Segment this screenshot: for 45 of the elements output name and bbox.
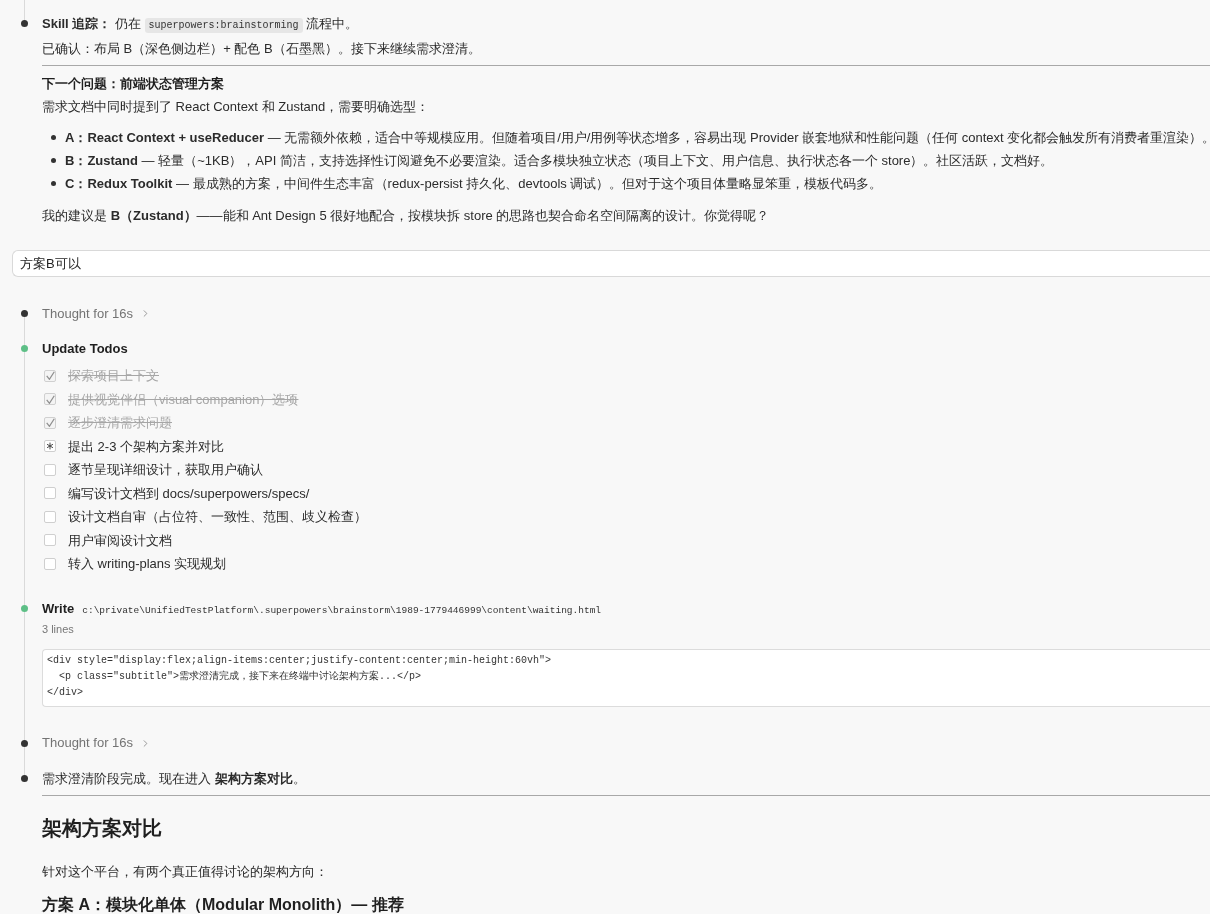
check-icon bbox=[45, 394, 55, 404]
check-icon bbox=[45, 371, 55, 381]
tool-title: Write bbox=[42, 599, 75, 618]
todo-checkbox[interactable] bbox=[44, 510, 56, 523]
code-line: <p class="subtitle">需求澄清完成，接下来在终端中讨论架构方案...</p> bbox=[58, 669, 423, 684]
code-line: <div style="display:flex;align-items:center;justify-content:center;min-height:60vh"> bbox=[47, 653, 553, 668]
check-icon bbox=[45, 418, 55, 428]
todo-text: 编写设计文档到 docs/superpowers/specs/ bbox=[68, 484, 310, 503]
todo-text: 提供视觉伴侣（visual companion）选项 bbox=[68, 390, 299, 409]
code-line: </div> bbox=[47, 685, 84, 700]
todo-text: 用户审阅设计文档 bbox=[68, 531, 172, 550]
bullet-icon bbox=[51, 135, 56, 140]
todo-checkbox[interactable] bbox=[44, 369, 56, 382]
todo-text: 探索项目上下文 bbox=[68, 367, 159, 385]
todo-text: 提出 2-3 个架构方案并对比 bbox=[68, 437, 224, 456]
todo-text: 转入 writing-plans 实现规划 bbox=[68, 555, 227, 573]
todo-checkbox[interactable] bbox=[44, 463, 56, 476]
list-item: C：Redux Toolkit — 最成熟的方案，中间件生态丰富（redux-persist 持久化、devtools 调试）。但对于这个项目体量略显笨重，模板代码多。 bbox=[65, 175, 883, 193]
message-text: 我的建议是 B（Zustand）——能和 Ant Design 5 很好地配合，按模块拆 store 的思路也契合命名空间隔离的设计。你觉得呢？ bbox=[42, 207, 771, 225]
todo-checkbox[interactable] bbox=[44, 557, 56, 570]
user-message: 方案B可以 bbox=[12, 250, 1210, 277]
subsection-heading: 方案 A：模块化单体（Modular Monolith）— 推荐 bbox=[42, 894, 405, 914]
message-text: 针对这个平台，有两个真正值得讨论的架构方向： bbox=[42, 862, 329, 881]
message-text: 已确认：布局 B（深色侧边栏）+ 配色 B（石墨黑）。接下来继续需求澄清。 bbox=[42, 40, 482, 58]
todo-checkbox[interactable] bbox=[44, 393, 56, 406]
list-item: B：Zustand — 轻量（~1KB），API 简洁，支持选择性订阅避免不必要渲染。适合多模块独立状态（项目上下文、用户信息、执行状态各一个 store）。社区活跃，文档好。 bbox=[65, 152, 1054, 170]
tool-title: Update Todos bbox=[42, 340, 129, 358]
todo-checkbox[interactable] bbox=[44, 534, 56, 547]
todo-text: 设计文档自审（占位符、一致性、范围、歧义检查） bbox=[68, 508, 367, 526]
bullet-icon bbox=[51, 158, 56, 163]
todo-text: 逐步澄清需求问题 bbox=[68, 414, 172, 432]
heading-text: 下一个问题：前端状态管理方案 bbox=[42, 75, 225, 93]
message-text: 需求澄清阶段完成。现在进入 架构方案对比。 bbox=[42, 769, 307, 788]
bullet-icon bbox=[51, 181, 56, 186]
message-text: Skill 追踪： 仍在 superpowers:brainstorming 流程中。 bbox=[42, 15, 360, 35]
list-item: A：React Context + useReducer — 无需额外依赖，适合中等规模应用。但随着项目/用户/用例等状态增多，容易出现 Provider 嵌套地狱和性能问题（任何 context 变化都会触发所有消费者重渲染）。 bbox=[65, 129, 1210, 147]
todo-checkbox[interactable] bbox=[44, 416, 56, 429]
thought-toggle[interactable]: Thought for 16s bbox=[42, 731, 152, 755]
line-count: 3 lines bbox=[42, 621, 75, 637]
todo-checkbox[interactable] bbox=[44, 487, 56, 500]
message-text: 需求文档中同时提到了 React Context 和 Zustand，需要明确选型： bbox=[42, 98, 431, 116]
todo-text: 逐节呈现详细设计，获取用户确认 bbox=[68, 461, 263, 479]
section-heading: 架构方案对比 bbox=[42, 815, 163, 841]
thought-toggle[interactable]: Thought for 16s bbox=[42, 302, 152, 325]
file-path[interactable]: c:\private\UnifiedTestPlatform\.superpowers\brainstorm\1989-1779446999\content\waiting.html bbox=[82, 598, 602, 622]
